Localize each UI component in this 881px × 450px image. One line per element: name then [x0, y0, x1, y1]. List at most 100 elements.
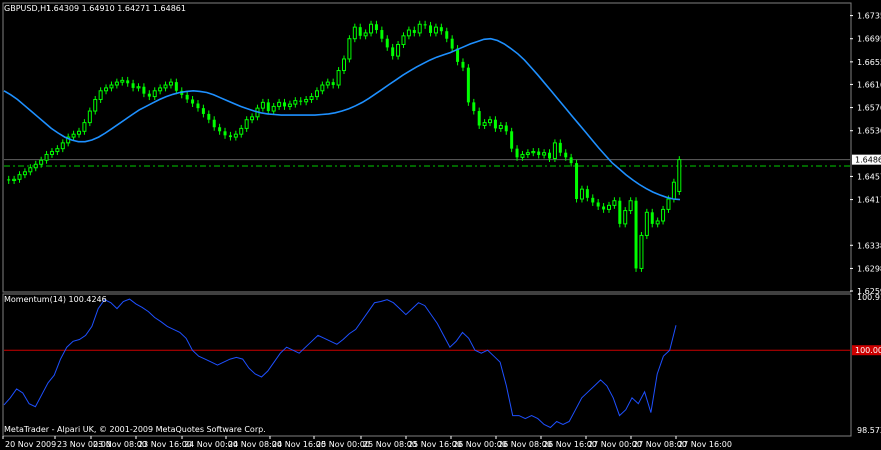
candle-bull — [244, 119, 249, 129]
candle-bull — [109, 84, 114, 89]
candle-bull — [655, 220, 660, 225]
candle-bull — [417, 23, 422, 34]
candle-bull — [401, 35, 406, 46]
price-tick-label: 1.65360 — [857, 127, 881, 136]
candle-bull — [623, 210, 628, 225]
candle-bull — [639, 234, 644, 269]
chart-background — [0, 0, 881, 450]
candle-bull — [104, 87, 109, 92]
candle-bear — [569, 157, 573, 164]
candle-bull — [22, 171, 27, 176]
candle-bull — [579, 188, 584, 200]
candle-bull — [396, 44, 401, 57]
candle-bear — [650, 212, 654, 224]
price-tick-label: 1.66550 — [857, 58, 881, 67]
candle-bear — [212, 119, 216, 128]
candle-bull — [98, 90, 103, 100]
candle-bull — [33, 163, 38, 169]
candle-bull — [482, 122, 487, 127]
price-tick-label: 1.65760 — [857, 104, 881, 113]
candle-bear — [466, 67, 470, 103]
candle-bear — [504, 125, 508, 132]
candle-bull — [293, 100, 298, 105]
time-tick-label: 27 Nov 16:00 — [678, 440, 732, 449]
candle-bull — [666, 198, 671, 210]
candle-bull — [677, 159, 682, 192]
candle-bear — [423, 24, 427, 26]
candle-bear — [201, 108, 205, 114]
candle-bear — [429, 25, 433, 33]
candle-bull — [304, 98, 309, 103]
candle-bull — [352, 26, 357, 40]
candle-bull — [531, 151, 536, 154]
candle-bear — [477, 111, 481, 126]
time-tick-label: 20 Nov 2009 — [5, 440, 56, 449]
price-tick-label: 1.67350 — [857, 12, 881, 21]
candle-bull — [342, 58, 346, 72]
candle-bear — [591, 197, 595, 203]
candle-bear — [266, 102, 270, 112]
candle-bear — [147, 93, 151, 97]
price-tick-label: 1.64570 — [857, 172, 881, 181]
candle-bull — [77, 130, 82, 135]
candle-bull — [336, 70, 341, 86]
momentum-tick-label: 98.5737 — [857, 426, 881, 435]
momentum-base-label: 100.000 — [855, 346, 881, 355]
candle-bear — [412, 30, 416, 33]
candle-bear — [228, 135, 232, 138]
candle-bull — [314, 90, 319, 98]
candle-bull — [320, 84, 325, 92]
candle-bear — [223, 131, 227, 136]
candle-bear — [391, 47, 395, 57]
candle-bull — [661, 208, 666, 222]
candle-bull — [325, 81, 330, 86]
candle-bull — [114, 81, 119, 86]
candle-bear — [196, 103, 200, 109]
candle-bull — [239, 127, 244, 135]
candle-bull — [525, 152, 530, 155]
candle-bear — [564, 152, 568, 158]
candle-bear — [174, 82, 178, 91]
candle-bear — [585, 189, 589, 198]
copyright-label: MetaTrader - Alpari UK, © 2001-2009 Meta… — [4, 425, 266, 434]
candle-bull — [49, 151, 54, 155]
candle-bull — [520, 153, 525, 158]
momentum-title: Momentum(14) 100.4246 — [4, 295, 107, 304]
candle-bear — [510, 131, 514, 149]
candle-bear — [380, 30, 384, 39]
ohlc-label: 1.64309 1.64910 1.64271 1.64861 — [46, 4, 186, 13]
candle-bear — [374, 24, 378, 31]
candle-bull — [152, 90, 157, 98]
candle-bull — [542, 152, 547, 156]
candle-bear — [575, 163, 579, 199]
candle-bear — [439, 27, 443, 32]
candle-bull — [120, 79, 125, 83]
candle-bull — [28, 167, 33, 173]
candle-bear — [493, 119, 497, 129]
candle-bull — [271, 105, 276, 112]
candle-bull — [498, 125, 503, 129]
candle-bear — [283, 102, 287, 107]
candle-bull — [71, 133, 76, 138]
last-price-label: 1.64861 — [855, 156, 881, 165]
candle-bull — [287, 103, 292, 107]
candle-bear — [450, 38, 454, 49]
candle-bear — [385, 38, 389, 48]
candle-bull — [369, 23, 374, 34]
candle-bear — [126, 80, 130, 84]
candle-bear — [472, 102, 476, 112]
candle-bear — [331, 82, 335, 86]
candle-bull — [44, 153, 49, 161]
candle-bull — [158, 87, 163, 92]
candle-bull — [163, 84, 168, 89]
candle-bear — [218, 127, 222, 132]
candle-bull — [93, 98, 98, 112]
candle-bear — [142, 86, 146, 94]
candle-bull — [55, 148, 60, 153]
candle-bear — [299, 100, 303, 102]
candle-bear — [558, 142, 562, 153]
price-tick-label: 1.62980 — [857, 264, 881, 273]
candle-bear — [207, 113, 211, 120]
candle-bull — [17, 174, 22, 180]
candle-bear — [131, 83, 135, 88]
